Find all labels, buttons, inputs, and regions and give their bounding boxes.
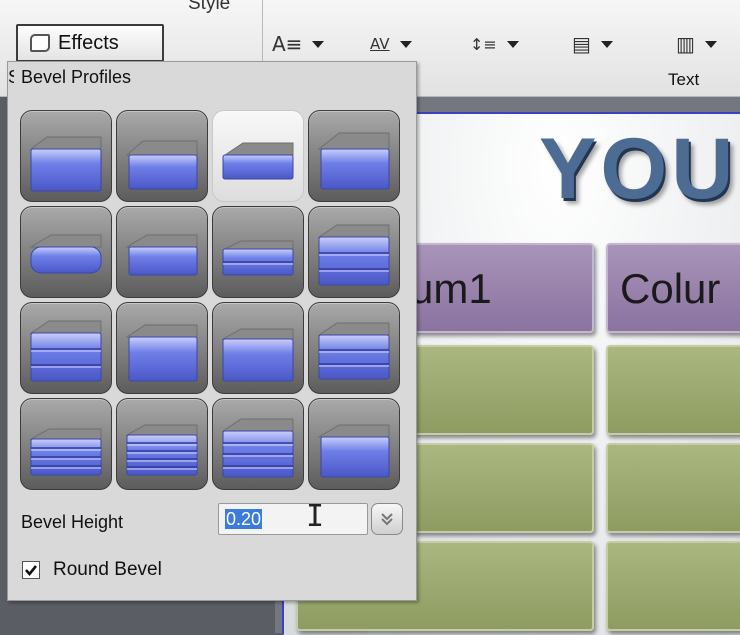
slide-title[interactable]: YOU [539, 120, 737, 219]
cut-off-label: S [8, 67, 14, 88]
chevron-down-icon [399, 40, 412, 48]
checkmark-icon [25, 565, 38, 577]
bevel-profile-grid [20, 110, 400, 490]
bevel-chisel-icon [125, 234, 198, 276]
bevel-height-input[interactable]: 0.20 [218, 503, 368, 535]
bevel-height-value: 0.20 [225, 509, 263, 529]
effects-icon [30, 34, 50, 52]
effects-button-label: Effects [58, 31, 119, 54]
bevel-ogee-icon [317, 224, 390, 286]
chevron-down-icon [704, 40, 717, 48]
bevel-profile-tile[interactable] [308, 302, 400, 394]
font-size-icon: A≡ [272, 32, 303, 56]
line-spacing-dropdown[interactable]: ↕≡ [470, 28, 519, 60]
chevron-down-icon [600, 40, 613, 48]
bevel-round-icon [29, 234, 102, 274]
line-spacing-icon: ↕≡ [470, 34, 497, 54]
table-cell[interactable] [606, 541, 740, 631]
bevel-profiles-panel: S Bevel Profiles Bevel Height 0.20 I Rou… [7, 61, 417, 601]
character-spacing-dropdown[interactable]: AV [370, 28, 412, 60]
round-bevel-checkbox[interactable] [22, 561, 40, 579]
bevel-profile-tile[interactable] [308, 206, 400, 298]
bevel-notch-icon [125, 324, 198, 382]
bevel-profile-tile[interactable] [116, 398, 208, 490]
align-text-dropdown[interactable]: ▤ [572, 28, 613, 60]
bevel-profile-tile[interactable] [116, 206, 208, 298]
bevel-flat-icon [29, 136, 102, 192]
table-cell[interactable] [606, 443, 740, 533]
bevel-stack-icon [221, 418, 294, 478]
bevel-ridge-icon [317, 322, 390, 380]
bevel-soft-icon [221, 328, 294, 382]
bevel-profile-tile[interactable] [212, 110, 304, 202]
bevel-profile-tile[interactable] [308, 110, 400, 202]
style-group-label: Style [188, 0, 231, 14]
bevel-height-label: Bevel Height [21, 512, 124, 532]
bevel-stripes-icon [125, 424, 198, 476]
bevel-profile-tile[interactable] [20, 110, 112, 202]
bevel-profile-tile[interactable] [20, 302, 112, 394]
bevel-layered-icon [29, 428, 102, 476]
text-group-label: Text [668, 70, 700, 89]
columns-dropdown[interactable]: ▥ [676, 28, 717, 60]
bevel-angle-icon [125, 140, 198, 190]
double-chevron-down-icon [381, 513, 393, 526]
bevel-profile-tile[interactable] [20, 206, 112, 298]
bevel-profile-tile[interactable] [20, 398, 112, 490]
bevel-profile-tile[interactable] [212, 302, 304, 394]
text-cursor-icon: I [306, 499, 325, 534]
bevel-profile-tile[interactable] [116, 302, 208, 394]
chevron-down-icon [312, 40, 325, 48]
effects-button[interactable]: Effects [16, 24, 164, 62]
bevel-slope-icon [222, 142, 294, 180]
table-header-cell[interactable]: Colur [606, 243, 740, 333]
bevel-profile-tile[interactable] [212, 206, 304, 298]
panel-title: Bevel Profiles [21, 67, 132, 87]
bevel-double-step-icon [29, 320, 102, 382]
font-size-dropdown[interactable]: A≡ [272, 28, 325, 60]
bevel-profile-tile[interactable] [308, 398, 400, 490]
columns-icon: ▥ [676, 32, 695, 56]
chevron-down-icon [506, 40, 519, 48]
bevel-profile-tile[interactable] [116, 110, 208, 202]
round-bevel-label[interactable]: Round Bevel [53, 559, 162, 581]
bevel-cove-icon [317, 132, 390, 190]
bevel-height-dropdown-button[interactable] [371, 503, 403, 535]
bevel-profile-tile[interactable] [212, 398, 304, 490]
table-cell[interactable] [606, 345, 740, 435]
bevel-curve-icon [317, 424, 390, 478]
bevel-step-icon [222, 240, 294, 276]
character-spacing-icon: AV [370, 35, 390, 53]
align-text-icon: ▤ [572, 32, 591, 56]
